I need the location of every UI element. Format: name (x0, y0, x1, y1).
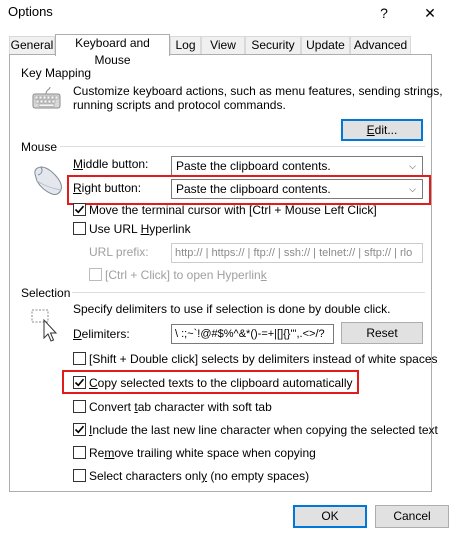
checkmark-icon (74, 205, 85, 214)
mouse-icon (32, 164, 66, 201)
group-selection: Selection (21, 286, 71, 300)
delimiters-input[interactable]: \ :;~`!@#$%^&*()-=+|[]{}'",.<>/? (171, 324, 334, 344)
tab-keyboard-and-mouse[interactable]: Keyboard and Mouse (55, 34, 170, 67)
copy-to-clipboard-checkbox[interactable] (73, 376, 86, 389)
ctrl-click-hyperlink-label: [Ctrl + Click] to open Hyperlink (105, 268, 267, 282)
select-characters-only-checkbox[interactable] (73, 469, 86, 482)
url-prefix-input[interactable]: http:// | https:// | ftp:// | ssh:// | t… (171, 243, 423, 263)
ok-button[interactable]: OK (293, 505, 367, 528)
group-key-mapping: Key Mapping (21, 66, 92, 80)
tab-general[interactable]: General (9, 36, 55, 55)
window-title: Options (8, 4, 53, 19)
convert-tab-label: Convert tab character with soft tab (89, 400, 272, 414)
move-cursor-label: Move the terminal cursor with [Ctrl + Mo… (89, 203, 377, 217)
help-icon: ? (380, 5, 388, 21)
close-button[interactable]: ✕ (408, 0, 452, 26)
selection-cursor-icon (30, 308, 60, 345)
close-icon: ✕ (424, 5, 436, 21)
checkmark-icon (74, 425, 85, 434)
remove-trailing-space-label: Remove trailing white space when copying (89, 446, 316, 460)
help-button[interactable]: ? (362, 0, 406, 26)
middle-button-label: Middle button: (73, 157, 149, 171)
shift-double-click-checkbox[interactable] (73, 352, 86, 365)
tab-update[interactable]: Update (301, 36, 350, 55)
tab-view[interactable]: View (201, 36, 245, 55)
move-cursor-checkbox[interactable] (73, 203, 86, 216)
convert-tab-checkbox[interactable] (73, 400, 86, 413)
chevron-down-icon: ⌵ (409, 161, 416, 171)
tab-security[interactable]: Security (245, 36, 301, 55)
group-mouse: Mouse (21, 140, 58, 154)
use-url-hyperlink-label: Use URL Hyperlink (89, 222, 191, 236)
tab-log[interactable]: Log (170, 36, 201, 55)
include-newline-label: Include the last new line character when… (89, 423, 438, 437)
key-mapping-desc-2: running scripts and protocol commands. (73, 98, 286, 112)
shift-double-click-label: [Shift + Double click] selects by delimi… (89, 352, 438, 366)
edit-button[interactable]: Edit... (341, 119, 423, 141)
selection-desc: Specify delimiters to use if selection i… (73, 302, 391, 316)
remove-trailing-space-checkbox[interactable] (73, 446, 86, 459)
cancel-button[interactable]: Cancel (375, 505, 449, 528)
delimiters-label: Delimiters: (73, 327, 130, 341)
use-url-hyperlink-checkbox[interactable] (73, 222, 86, 235)
mouse-divider (60, 146, 425, 147)
copy-to-clipboard-label: Copy selected texts to the clipboard aut… (89, 376, 353, 390)
selection-divider (72, 292, 425, 293)
reset-button[interactable]: Reset (341, 322, 423, 344)
checkmark-icon (74, 378, 85, 387)
tab-advanced[interactable]: Advanced (350, 36, 411, 55)
ctrl-click-hyperlink-checkbox[interactable] (89, 268, 102, 281)
include-newline-checkbox[interactable] (73, 423, 86, 436)
select-characters-only-label: Select characters only (no empty spaces) (89, 469, 310, 483)
keyboard-icon (32, 86, 62, 115)
url-prefix-label: URL prefix: (89, 245, 149, 259)
middle-button-select[interactable]: Paste the clipboard contents. ⌵ (171, 156, 423, 176)
highlight-right-button (67, 175, 431, 205)
